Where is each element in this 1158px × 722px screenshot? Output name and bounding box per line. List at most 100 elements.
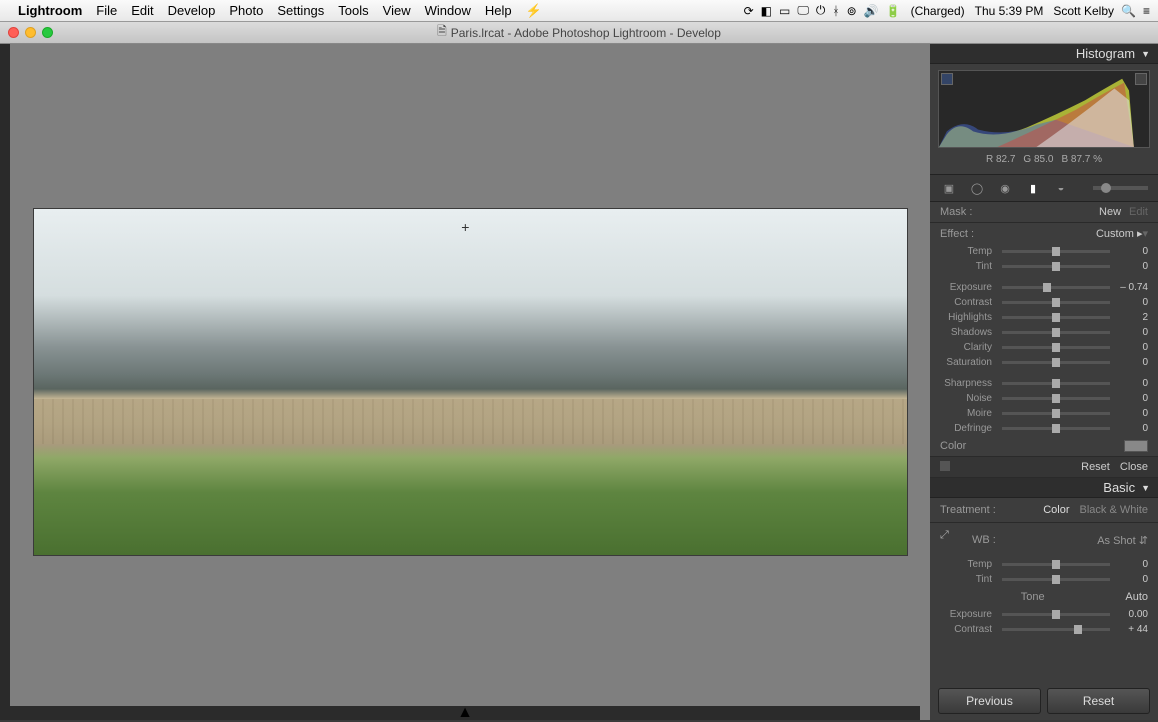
wb-dropper-icon[interactable]: ⤢ <box>940 529 962 551</box>
script-icon[interactable]: ⚡ <box>526 3 542 19</box>
slider-value[interactable]: 2 <box>1114 312 1148 323</box>
volume-icon[interactable]: 🔊 <box>864 4 879 18</box>
effect-dropdown[interactable]: Custom ▸ <box>1096 227 1142 240</box>
menu-settings[interactable]: Settings <box>277 3 324 18</box>
slider-value[interactable]: 0 <box>1114 408 1148 419</box>
wb-row: ⤢ WB : As Shot ⇵ <box>930 523 1158 557</box>
menu-view[interactable]: View <box>383 3 411 18</box>
slider-track[interactable] <box>1002 250 1110 253</box>
slider-track[interactable] <box>1002 382 1110 385</box>
slider-highlights: Highlights 2 <box>930 310 1158 325</box>
histogram-header[interactable]: Histogram ▼ <box>930 44 1158 64</box>
menu-window[interactable]: Window <box>425 3 471 18</box>
mask-edit-button[interactable]: Edit <box>1129 206 1148 218</box>
crop-tool-icon[interactable]: ▣ <box>940 179 958 197</box>
slider-value[interactable]: 0 <box>1114 342 1148 353</box>
slider-label: Highlights <box>940 312 998 323</box>
slider-value[interactable]: – 0.74 <box>1114 282 1148 293</box>
display-icon[interactable]: ▭ <box>779 4 790 18</box>
slider-track[interactable] <box>1002 361 1110 364</box>
slider-value[interactable]: 0 <box>1114 559 1148 570</box>
redeye-tool-icon[interactable]: ◉ <box>996 179 1014 197</box>
slider-value[interactable]: 0 <box>1114 378 1148 389</box>
graduated-filter-icon[interactable]: ▮ <box>1024 179 1042 197</box>
tone-auto-button[interactable]: Auto <box>1125 591 1148 603</box>
wifi-icon[interactable]: ⊚ <box>847 4 857 18</box>
power-icon[interactable]: ⏻ <box>816 3 826 18</box>
grad-close-button[interactable]: Close <box>1120 461 1148 473</box>
menu-develop[interactable]: Develop <box>168 3 216 18</box>
slider-track[interactable] <box>1002 578 1110 581</box>
window-title: Paris.lrcat - Adobe Photoshop Lightroom … <box>451 26 721 40</box>
slider-value[interactable]: 0 <box>1114 297 1148 308</box>
treatment-color[interactable]: Color <box>1043 504 1069 516</box>
menu-photo[interactable]: Photo <box>229 3 263 18</box>
collapse-icon: ▼ <box>1141 49 1150 59</box>
mask-label: Mask : <box>940 206 972 218</box>
pin-toggle[interactable] <box>940 461 950 471</box>
slider-value[interactable]: 0.00 <box>1114 609 1148 620</box>
spot-tool-icon[interactable]: ◯ <box>968 179 986 197</box>
sync-icon[interactable]: ⟳ <box>744 4 754 18</box>
basic-header[interactable]: Basic ▼ <box>930 478 1158 498</box>
previous-button[interactable]: Previous <box>938 688 1041 714</box>
slider-shadows: Shadows0 <box>930 325 1158 340</box>
slider-value[interactable]: 0 <box>1114 393 1148 404</box>
menu-file[interactable]: File <box>96 3 117 18</box>
slider-value[interactable]: 0 <box>1114 327 1148 338</box>
slider-track[interactable] <box>1002 397 1110 400</box>
slider-track[interactable] <box>1002 286 1110 289</box>
brush-size-slider[interactable] <box>1093 186 1148 190</box>
square-icon[interactable]: ◧ <box>761 4 772 18</box>
app-menu[interactable]: Lightroom <box>18 3 82 18</box>
slider-value[interactable]: 0 <box>1114 261 1148 272</box>
wb-dropdown[interactable]: As Shot ⇵ <box>1097 534 1148 547</box>
slider-track[interactable] <box>1002 412 1110 415</box>
mask-new-button[interactable]: New <box>1099 206 1121 218</box>
slider-contrast: Contrast0 <box>930 295 1158 310</box>
bluetooth-icon[interactable]: ᚼ <box>832 4 839 18</box>
radial-filter-icon[interactable]: ◒ <box>1052 179 1070 197</box>
color-row: Color <box>930 436 1158 456</box>
menu-tools[interactable]: Tools <box>338 3 368 18</box>
reset-button[interactable]: Reset <box>1047 688 1150 714</box>
slider-track[interactable] <box>1002 265 1110 268</box>
slider-value[interactable]: 0 <box>1114 246 1148 257</box>
left-panel-toggle[interactable] <box>0 44 10 720</box>
notification-icon[interactable]: ≡ <box>1143 4 1150 18</box>
slider-track[interactable] <box>1002 427 1110 430</box>
minimize-window-button[interactable] <box>25 27 36 38</box>
slider-track[interactable] <box>1002 628 1110 631</box>
slider-sharpness: Sharpness0 <box>930 376 1158 391</box>
grad-reset-button[interactable]: Reset <box>1081 461 1110 473</box>
slider-track[interactable] <box>1002 301 1110 304</box>
monitor-icon[interactable]: 🖵 <box>797 3 809 18</box>
color-swatch[interactable] <box>1124 440 1148 452</box>
doc-icon: 🗎 <box>437 22 447 43</box>
highlight-clip-toggle[interactable] <box>1135 73 1147 85</box>
user-name[interactable]: Scott Kelby <box>1053 4 1114 18</box>
slider-track[interactable] <box>1002 613 1110 616</box>
slider-value[interactable]: 0 <box>1114 423 1148 434</box>
slider-track[interactable] <box>1002 563 1110 566</box>
close-window-button[interactable] <box>8 27 19 38</box>
zoom-window-button[interactable] <box>42 27 53 38</box>
histogram-display[interactable] <box>938 70 1150 148</box>
spotlight-icon[interactable]: 🔍 <box>1121 4 1136 18</box>
menu-edit[interactable]: Edit <box>131 3 153 18</box>
slider-value[interactable]: 0 <box>1114 357 1148 368</box>
slider-track[interactable] <box>1002 331 1110 334</box>
slider-value[interactable]: + 44 <box>1114 624 1148 635</box>
slider-value[interactable]: 0 <box>1114 574 1148 585</box>
slider-label: Temp <box>940 559 998 570</box>
bottom-panel-toggle[interactable]: ▲ <box>10 706 920 720</box>
effect-disclosure-icon[interactable]: ▾ <box>1142 227 1148 240</box>
menu-help[interactable]: Help <box>485 3 512 18</box>
battery-icon[interactable]: 🔋 <box>886 4 901 18</box>
treatment-bw[interactable]: Black & White <box>1080 504 1148 516</box>
photo-preview[interactable]: + <box>33 208 908 556</box>
slider-track[interactable] <box>1002 346 1110 349</box>
slider-track[interactable] <box>1002 316 1110 319</box>
clock[interactable]: Thu 5:39 PM <box>975 4 1044 18</box>
image-canvas[interactable]: + <box>10 44 930 720</box>
